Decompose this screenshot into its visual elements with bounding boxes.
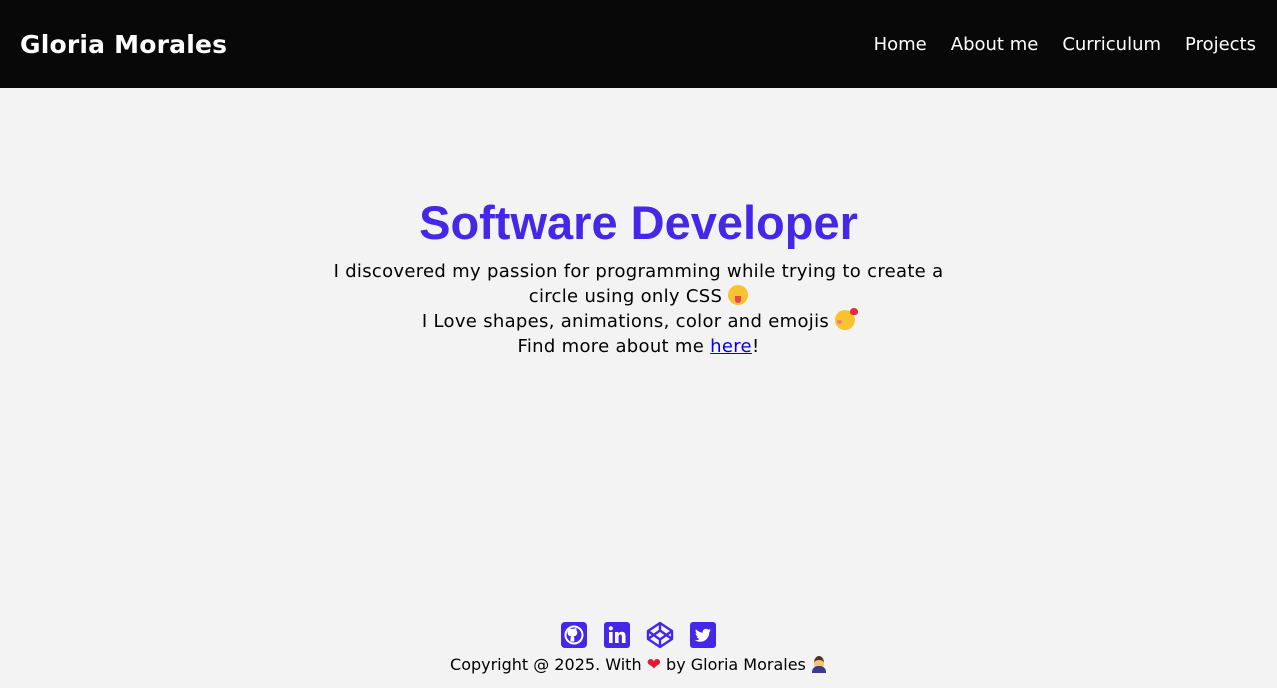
nav-menu: Home About me Curriculum Projects [874, 34, 1256, 55]
nav-link-about-me[interactable]: About me [951, 34, 1039, 55]
hero-section: Software Developer I discovered my passi… [0, 195, 1277, 359]
linkedin-link[interactable] [603, 621, 631, 649]
copyright-text: Copyright @ 2025. With ❤ by Gloria Moral… [0, 654, 1277, 676]
footer: Copyright @ 2025. With ❤ by Gloria Moral… [0, 619, 1277, 676]
brand-logo-link[interactable]: Gloria Morales [20, 30, 227, 59]
winking-tongue-emoji-icon [728, 285, 749, 305]
twitter-icon [690, 622, 716, 648]
nav-item-home: Home [874, 34, 927, 55]
about-me-here-link[interactable]: here [710, 336, 752, 357]
copyright-prefix: Copyright @ 2025. With [450, 655, 642, 674]
hero-line-love-wrapper: I Love shapes, animations, color and emo… [329, 308, 949, 334]
copyright-suffix: by Gloria Morales [666, 655, 806, 674]
nav-link-projects[interactable]: Projects [1185, 34, 1256, 55]
hero-line-love: I Love shapes, animations, color and emo… [421, 311, 830, 332]
developer-emoji-icon [811, 655, 827, 673]
heart-icon: ❤ [646, 655, 661, 675]
hero-find-more-prefix: Find more about me [517, 336, 711, 357]
navbar: Gloria Morales Home About me Curriculum … [0, 0, 1277, 88]
codepen-link[interactable] [646, 621, 674, 649]
twitter-link[interactable] [689, 621, 717, 649]
hero-title: Software Developer [419, 196, 858, 249]
codepen-icon [646, 621, 674, 649]
linkedin-icon [604, 622, 630, 648]
hero-line-passion: I discovered my passion for programming … [333, 261, 944, 307]
hero-line-find-more: Find more about me here! [329, 334, 949, 359]
github-link[interactable] [560, 621, 588, 649]
nav-item-projects: Projects [1185, 34, 1256, 55]
social-links [0, 619, 1277, 651]
nav-link-home[interactable]: Home [874, 34, 927, 55]
nav-item-about: About me [951, 34, 1039, 55]
github-icon [561, 622, 587, 648]
hero-intro: I discovered my passion for programming … [329, 259, 949, 309]
hero-find-more-suffix: ! [751, 336, 760, 357]
smiling-hearts-emoji-icon [835, 308, 859, 330]
nav-item-curriculum: Curriculum [1062, 34, 1161, 55]
nav-link-curriculum[interactable]: Curriculum [1062, 34, 1161, 55]
